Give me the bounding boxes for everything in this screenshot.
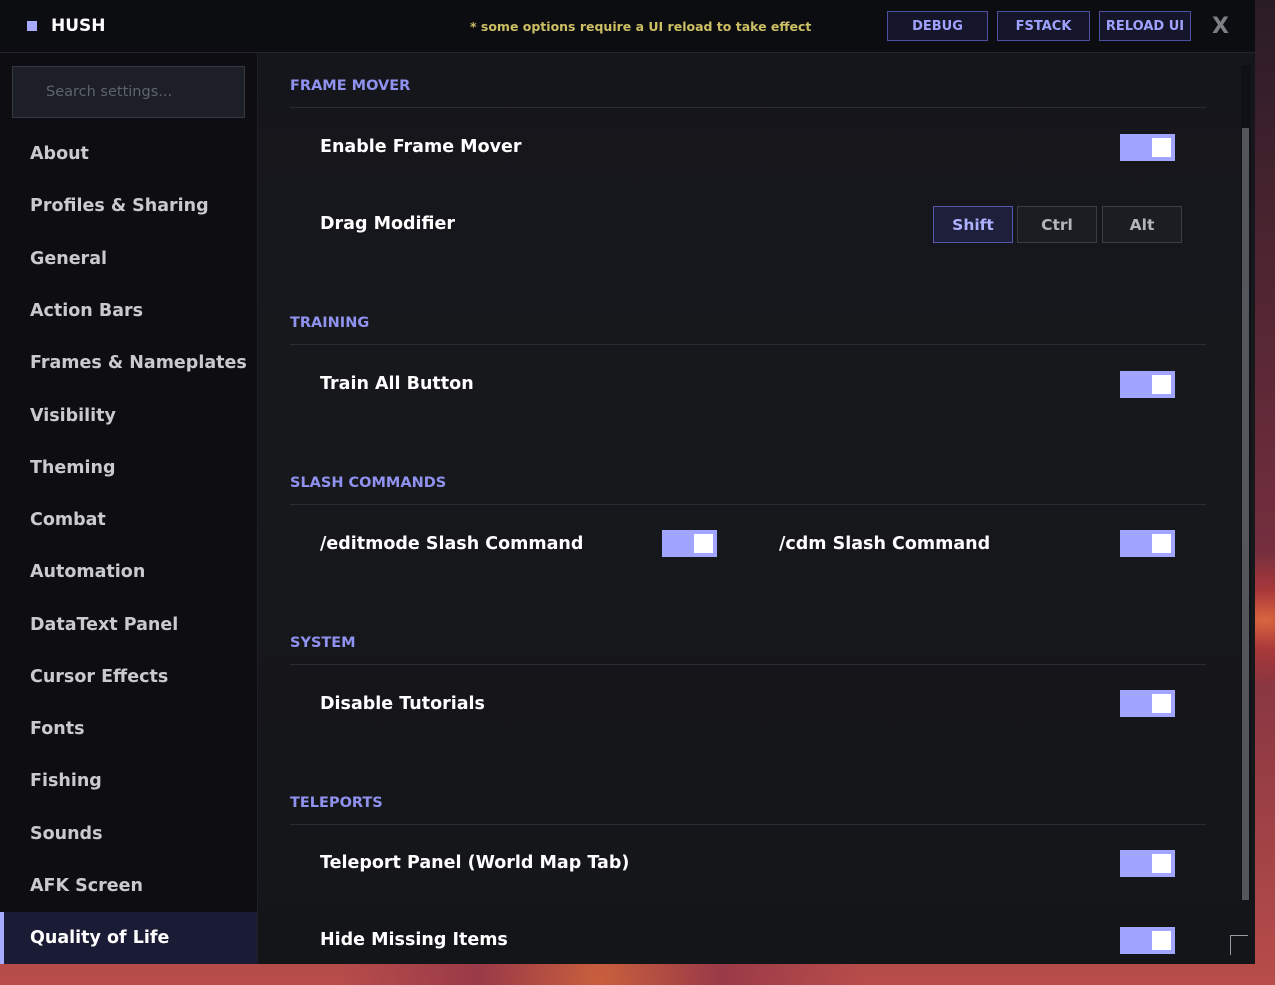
section-title-system: SYSTEM <box>290 635 1206 665</box>
cdm-slash-command-toggle[interactable] <box>1120 530 1175 557</box>
sidebar-item-profiles-sharing[interactable]: Profiles & Sharing <box>0 180 257 232</box>
sidebar-item-about[interactable]: About <box>0 128 257 180</box>
sidebar-item-quality-of-life[interactable]: Quality of Life <box>0 912 257 964</box>
hide-missing-items-toggle[interactable] <box>1120 927 1175 954</box>
enable-frame-mover-label: Enable Frame Mover <box>320 137 522 157</box>
resize-grip-icon[interactable] <box>1230 935 1248 955</box>
drag-modifier-ctrl[interactable]: Ctrl <box>1017 206 1097 243</box>
toggle-knob <box>1152 534 1171 553</box>
title-bar: HUSH * some options require a UI reload … <box>0 0 1255 53</box>
sidebar-item-fishing[interactable]: Fishing <box>0 755 257 807</box>
toggle-knob <box>694 534 713 553</box>
enable-frame-mover-toggle[interactable] <box>1120 134 1175 161</box>
sidebar-item-automation[interactable]: Automation <box>0 546 257 598</box>
logo-icon <box>27 21 37 31</box>
sidebar-item-combat[interactable]: Combat <box>0 494 257 546</box>
toggle-knob <box>1152 375 1171 394</box>
section-title-frame-mover: FRAME MOVER <box>290 78 1206 108</box>
section-title-slash-commands: SLASH COMMANDS <box>290 475 1206 505</box>
train-all-button-label: Train All Button <box>320 374 474 394</box>
sidebar-item-frames-nameplates[interactable]: Frames & Nameplates <box>0 337 257 389</box>
editmode-slash-command-toggle[interactable] <box>662 530 717 557</box>
toggle-knob <box>1152 854 1171 873</box>
sidebar-item-sounds[interactable]: Sounds <box>0 808 257 860</box>
sidebar-item-fonts[interactable]: Fonts <box>0 703 257 755</box>
disable-tutorials-toggle[interactable] <box>1120 690 1175 717</box>
editmode-slash-command-label: /editmode Slash Command <box>320 534 584 554</box>
reload-notice: * some options require a UI reload to ta… <box>470 19 812 34</box>
teleport-panel-toggle[interactable] <box>1120 850 1175 877</box>
sidebar-item-general[interactable]: General <box>0 233 257 285</box>
reload-ui-button[interactable]: RELOAD UI <box>1099 11 1191 41</box>
sidebar-item-cursor-effects[interactable]: Cursor Effects <box>0 651 257 703</box>
sidebar-item-theming[interactable]: Theming <box>0 442 257 494</box>
settings-window: HUSH * some options require a UI reload … <box>0 0 1255 964</box>
toggle-knob <box>1152 138 1171 157</box>
toggle-knob <box>1152 931 1171 950</box>
search-input[interactable]: Search settings... <box>12 66 245 118</box>
disable-tutorials-label: Disable Tutorials <box>320 694 485 714</box>
sidebar: Search settings... About Profiles & Shar… <box>0 53 258 964</box>
debug-button[interactable]: DEBUG <box>887 11 988 41</box>
scrollbar-thumb[interactable] <box>1242 128 1249 900</box>
sidebar-item-afk-screen[interactable]: AFK Screen <box>0 860 257 912</box>
fstack-button[interactable]: FSTACK <box>997 11 1090 41</box>
section-title-training: TRAINING <box>290 315 1206 345</box>
cdm-slash-command-label: /cdm Slash Command <box>779 534 991 554</box>
section-title-teleports: TELEPORTS <box>290 795 1206 825</box>
close-icon[interactable]: X <box>1212 14 1229 39</box>
sidebar-item-action-bars[interactable]: Action Bars <box>0 285 257 337</box>
teleport-panel-label: Teleport Panel (World Map Tab) <box>320 853 630 873</box>
train-all-button-toggle[interactable] <box>1120 371 1175 398</box>
drag-modifier-shift[interactable]: Shift <box>933 206 1013 243</box>
app-title: HUSH <box>51 16 106 36</box>
sidebar-item-visibility[interactable]: Visibility <box>0 390 257 442</box>
settings-content: FRAME MOVER Enable Frame Mover Drag Modi… <box>258 53 1255 964</box>
drag-modifier-label: Drag Modifier <box>320 214 456 234</box>
hide-missing-items-label: Hide Missing Items <box>320 930 508 950</box>
toggle-knob <box>1152 694 1171 713</box>
sidebar-item-datatext-panel[interactable]: DataText Panel <box>0 599 257 651</box>
drag-modifier-alt[interactable]: Alt <box>1102 206 1182 243</box>
